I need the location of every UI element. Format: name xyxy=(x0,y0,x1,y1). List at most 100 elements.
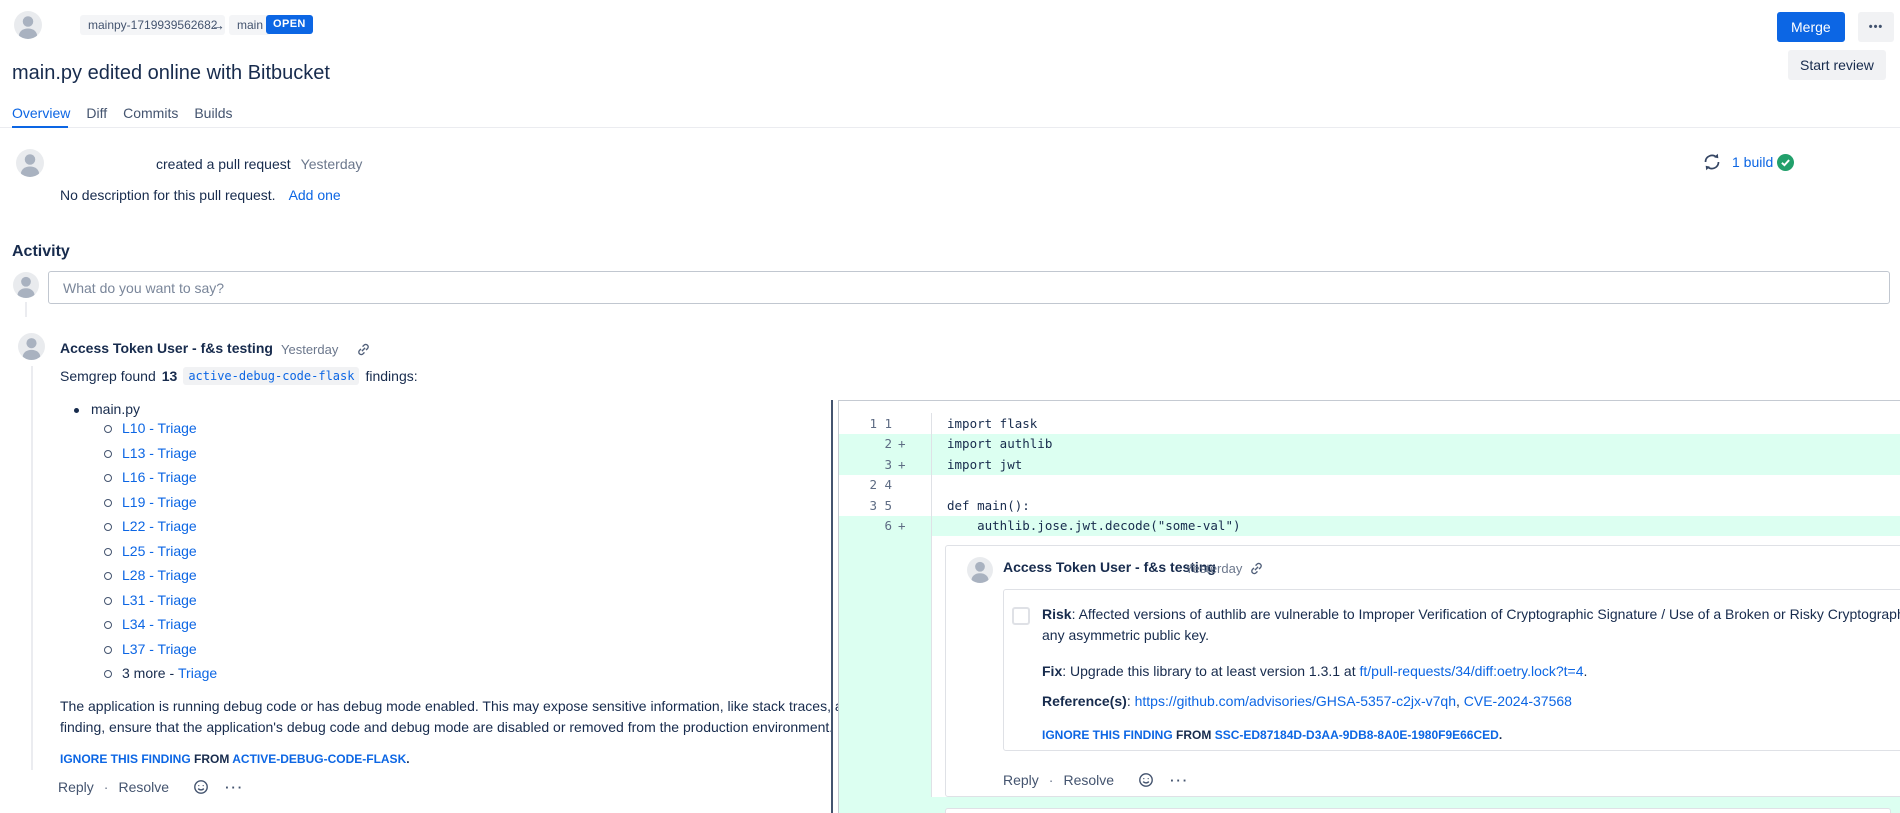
more-findings-link[interactable]: Triage xyxy=(178,665,217,681)
diff-sign: + xyxy=(892,434,932,455)
branch-arrow-icon: → xyxy=(211,17,225,33)
rule-code-chip[interactable]: active-debug-code-flask xyxy=(183,367,359,385)
bullet-icon xyxy=(104,548,112,556)
comment-author-name[interactable]: Access Token User - f&s testing xyxy=(60,340,273,356)
diff-row[interactable]: 11import flask xyxy=(839,413,1900,434)
finding-detail-text: Risk: Affected versions of authlib are v… xyxy=(1042,604,1900,742)
panel-edge-line xyxy=(831,400,833,813)
tab-commits[interactable]: Commits xyxy=(123,105,178,121)
tab-builds[interactable]: Builds xyxy=(194,105,232,121)
bullet-icon xyxy=(104,499,112,507)
tab-diff[interactable]: Diff xyxy=(86,105,107,121)
ignore-rule-link[interactable]: ACTIVE-DEBUG-CODE-FLASK xyxy=(232,752,406,766)
finding-description-line2: finding, ensure that the application's d… xyxy=(60,717,833,738)
new-line-number: 6 xyxy=(877,518,892,533)
diff-row[interactable]: 24 xyxy=(839,475,1900,496)
no-description-text: No description for this pull request. xyxy=(60,187,276,203)
add-reaction-icon[interactable] xyxy=(193,779,209,795)
tab-overview[interactable]: Overview xyxy=(12,105,70,121)
comment-time[interactable]: Yesterday xyxy=(281,342,338,357)
merge-button[interactable]: Merge xyxy=(1777,12,1845,42)
activity-heading: Activity xyxy=(12,243,70,261)
diff-row-added[interactable]: 6+ authlib.jose.jwt.decode("some-val") xyxy=(839,516,1900,537)
inline-comment-time[interactable]: Yesterday xyxy=(1185,561,1242,576)
risk-text-line2: any asymmetric public key. xyxy=(1042,625,1900,646)
finding-link[interactable]: L28 - Triage xyxy=(122,567,197,583)
inline-comment-author[interactable]: Access Token User - f&s testing xyxy=(1003,559,1216,575)
build-success-icon xyxy=(1777,154,1794,171)
finding-link[interactable]: L22 - Triage xyxy=(122,518,197,534)
diff-row[interactable]: 35def main(): xyxy=(839,495,1900,516)
finding-link[interactable]: L16 - Triage xyxy=(122,469,197,485)
references-label: Reference(s) xyxy=(1042,693,1127,709)
comment-author-avatar xyxy=(18,333,45,360)
code-text: import flask xyxy=(932,416,1037,431)
finding-link[interactable]: L34 - Triage xyxy=(122,616,197,632)
resolve-button[interactable]: Resolve xyxy=(118,779,169,795)
risk-label: Risk xyxy=(1042,606,1072,622)
more-actions-icon[interactable]: ··· xyxy=(1170,773,1189,788)
fix-link[interactable]: ft/pull-requests/34/diff:oetry.lock?t=4 xyxy=(1360,663,1584,679)
diff-row-added[interactable]: 3+import jwt xyxy=(839,454,1900,475)
bullet-icon xyxy=(104,572,112,580)
bullet-icon xyxy=(104,646,112,654)
file-list-item: main.py xyxy=(74,401,140,417)
tabbar-divider xyxy=(0,127,1900,128)
permalink-icon[interactable] xyxy=(356,342,371,357)
reply-button[interactable]: Reply xyxy=(58,779,94,795)
reference-link-cve[interactable]: CVE-2024-37568 xyxy=(1464,693,1572,709)
findings-list: L10 - Triage L13 - Triage L16 - Triage L… xyxy=(104,420,217,690)
builds-link[interactable]: 1 build xyxy=(1732,154,1773,170)
source-branch-lozenge[interactable]: mainpy-1719939562682 xyxy=(80,15,225,35)
target-branch-lozenge[interactable]: main xyxy=(229,15,271,35)
fix-text: Upgrade this library to at least version… xyxy=(1070,663,1359,679)
finding-link[interactable]: L10 - Triage xyxy=(122,420,197,436)
inline-comment-avatar xyxy=(967,557,993,583)
finding-detail-box: Risk: Affected versions of authlib are v… xyxy=(1003,589,1900,751)
bullet-icon xyxy=(104,523,112,531)
start-review-button[interactable]: Start review xyxy=(1788,50,1886,80)
more-findings-text: 3 more - xyxy=(122,665,174,681)
new-line-number: 2 xyxy=(877,436,892,451)
ignore-finding-row: IGNORE THIS FINDING FROM ACTIVE-DEBUG-CO… xyxy=(60,752,410,766)
more-options-button[interactable]: ••• xyxy=(1858,12,1894,42)
finding-link[interactable]: L31 - Triage xyxy=(122,592,197,608)
finding-link[interactable]: L13 - Triage xyxy=(122,445,197,461)
comment-composer-input[interactable] xyxy=(48,271,1890,304)
ignore-finding-link[interactable]: IGNORE THIS FINDING xyxy=(60,752,191,766)
bullet-icon xyxy=(104,474,112,482)
more-actions-icon[interactable]: ··· xyxy=(225,780,244,795)
ignore-from-text: FROM xyxy=(194,752,229,766)
person-icon xyxy=(967,557,993,583)
permalink-icon[interactable] xyxy=(1249,561,1264,576)
reference-link-ghsa[interactable]: https://github.com/advisories/GHSA-5357-… xyxy=(1135,693,1456,709)
bullet-icon xyxy=(104,450,112,458)
add-reaction-icon[interactable] xyxy=(1138,772,1154,788)
ignore-code-link[interactable]: SSC-ED87184D-D3AA-9DB8-8A0E-1980F9E66CED xyxy=(1215,728,1499,742)
next-comment-card-clipped xyxy=(945,808,1891,813)
inline-comment-zone: Access Token User - f&s testing Yesterda… xyxy=(839,536,1900,813)
bullet-icon xyxy=(74,408,79,413)
ignore-from-text: FROM xyxy=(1176,728,1211,742)
semgrep-summary-line: Semgrep found 13 active-debug-code-flask… xyxy=(60,367,418,385)
composer-avatar xyxy=(13,272,39,298)
finding-link[interactable]: L25 - Triage xyxy=(122,543,197,559)
ignore-finding-link[interactable]: IGNORE THIS FINDING xyxy=(1042,728,1173,742)
old-line-number: 2 xyxy=(839,477,877,492)
diff-code-rows: 11import flask 2+import authlib 3+import… xyxy=(839,401,1900,536)
finding-link[interactable]: L37 - Triage xyxy=(122,641,197,657)
resolve-button[interactable]: Resolve xyxy=(1063,772,1114,788)
person-icon xyxy=(18,333,45,360)
finding-checkbox[interactable] xyxy=(1012,607,1030,625)
page-title: main.py edited online with Bitbucket xyxy=(12,62,330,85)
diff-row-added[interactable]: 2+import authlib xyxy=(839,434,1900,455)
comment-actions: Reply · Resolve ··· xyxy=(58,779,244,795)
finding-link[interactable]: L19 - Triage xyxy=(122,494,197,510)
created-time[interactable]: Yesterday xyxy=(301,156,363,172)
add-description-link[interactable]: Add one xyxy=(289,187,341,203)
diff-sign xyxy=(892,495,932,516)
finding-item: L37 - Triage xyxy=(104,641,217,666)
finding-item: L25 - Triage xyxy=(104,543,217,568)
bullet-icon xyxy=(104,670,112,678)
reply-button[interactable]: Reply xyxy=(1003,772,1039,788)
